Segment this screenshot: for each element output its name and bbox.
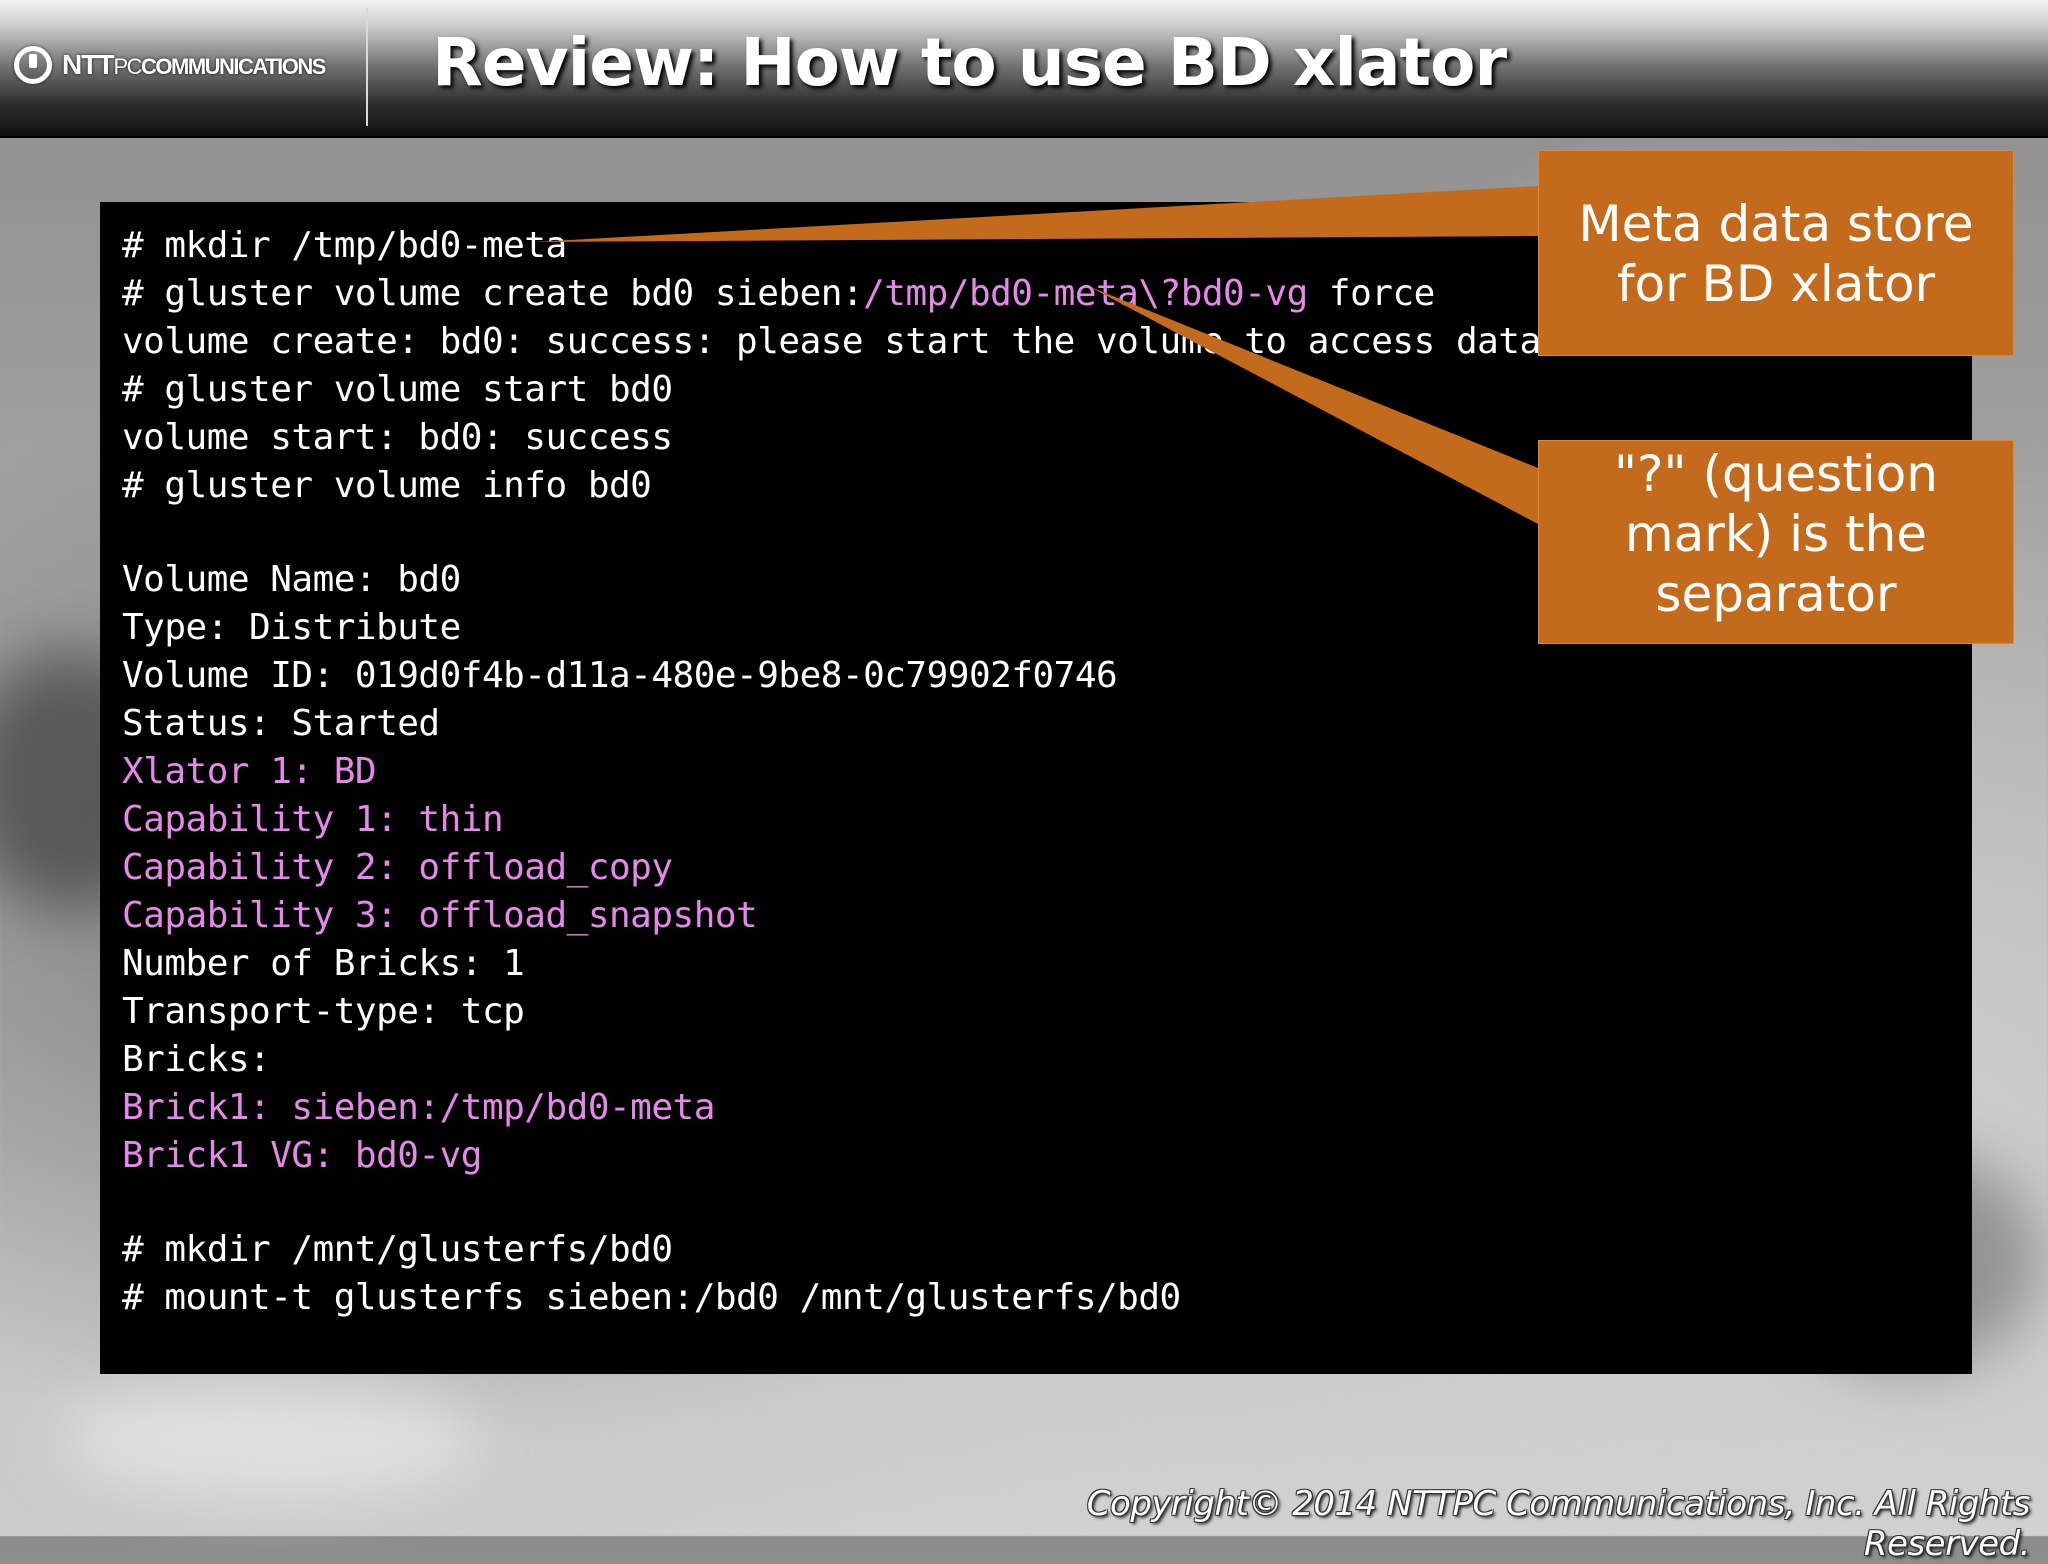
callout-pointer-meta xyxy=(534,186,1538,242)
callout-meta-data-store: Meta data store for BD xlator xyxy=(1538,150,2014,356)
callout-text: Meta data store xyxy=(1578,195,1974,253)
callout-separator: "?" (question mark) is the separator xyxy=(1538,440,2014,644)
copyright-notice: Copyright© 2014 NTTPC Communications, In… xyxy=(1086,1484,2031,1564)
callout-text: mark) is the xyxy=(1624,505,1928,563)
callout-text: for BD xlator xyxy=(1616,255,1936,313)
callout-pointer-separator xyxy=(1088,286,1538,524)
callout-text: separator xyxy=(1655,565,1897,623)
callout-text: "?" (question xyxy=(1614,445,1938,503)
